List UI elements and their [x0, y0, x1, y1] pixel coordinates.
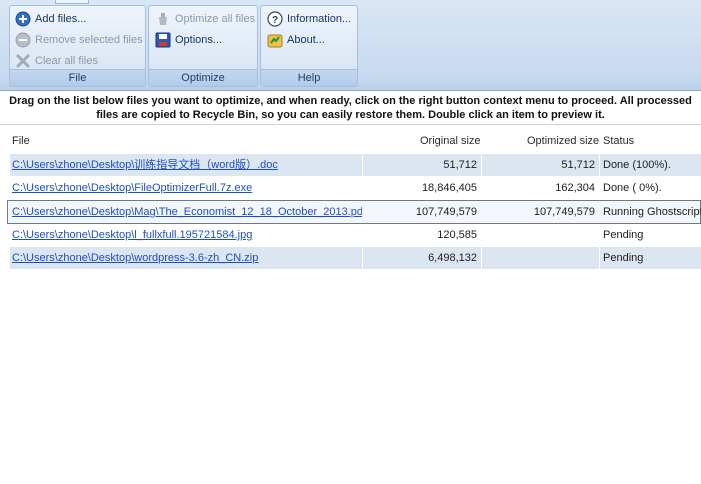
table-row-selected[interactable]: C:\Users\zhone\Desktop\Mag\The_Economist…: [0, 200, 701, 224]
floppy-disk-icon: [155, 32, 171, 48]
column-header-original-size[interactable]: Original size: [420, 135, 481, 147]
remove-selected-files-label: Remove selected files: [35, 34, 143, 46]
original-size-cell: 6,498,132: [363, 247, 481, 269]
svg-text:?: ?: [272, 15, 278, 26]
original-size-cell: 18,846,405: [421, 182, 477, 194]
options-label: Options...: [175, 34, 223, 46]
original-size-cell: 107,749,579: [415, 206, 477, 218]
add-files-label: Add files...: [35, 13, 87, 25]
table-row[interactable]: C:\Users\zhone\Desktop\训练指导文档（word版）.doc…: [0, 154, 701, 177]
status-cell: Done ( 0%).: [603, 182, 662, 194]
ribbon-tab[interactable]: [55, 0, 89, 4]
status-cell: Pending: [600, 247, 701, 269]
about-button[interactable]: About...: [267, 30, 325, 50]
clear-all-files-label: Clear all files: [35, 55, 98, 67]
clear-all-files-button[interactable]: Clear all files: [15, 51, 98, 71]
optimize-icon: [155, 11, 171, 27]
optimized-size-cell: 107,749,579: [533, 206, 595, 218]
information-label: Information...: [287, 13, 352, 25]
optimized-size-cell: 51,712: [482, 154, 599, 176]
group-label-optimize: Optimize: [149, 69, 257, 86]
file-path-link[interactable]: C:\Users\zhone\Desktop\Mag\The_Economist…: [10, 201, 362, 223]
status-cell: Running Ghostscript...: [603, 206, 701, 218]
optimized-size-cell: [482, 247, 599, 269]
column-header-status[interactable]: Status: [603, 135, 634, 147]
group-label-help: Help: [261, 69, 357, 86]
ribbon: Add files... Remove selected files Clear…: [0, 0, 701, 91]
file-path-link[interactable]: C:\Users\zhone\Desktop\训练指导文档（word版）.doc: [10, 154, 362, 176]
table-row[interactable]: C:\Users\zhone\Desktop\wordpress-3.6-zh_…: [0, 247, 701, 270]
file-path-link[interactable]: C:\Users\zhone\Desktop\wordpress-3.6-zh_…: [10, 247, 362, 269]
file-path-link[interactable]: C:\Users\zhone\Desktop\FileOptimizerFull…: [10, 177, 362, 199]
file-path-link[interactable]: C:\Users\zhone\Desktop\l_fullxfull.19572…: [10, 224, 362, 246]
optimized-size-cell: [482, 224, 599, 246]
column-header-file[interactable]: File: [12, 135, 30, 147]
file-list[interactable]: File Original size Optimized size Status…: [0, 126, 701, 484]
status-cell: Pending: [603, 229, 644, 241]
original-size-cell: 51,712: [363, 154, 481, 176]
optimize-all-files-button[interactable]: Optimize all files: [155, 9, 255, 29]
group-label-file: File: [10, 69, 145, 86]
plus-circle-icon: [15, 11, 31, 27]
instructions-text: Drag on the list below files you want to…: [0, 91, 701, 125]
add-files-button[interactable]: Add files...: [15, 9, 86, 29]
question-icon: ?: [267, 11, 283, 27]
column-header-optimized-size[interactable]: Optimized size: [527, 135, 599, 147]
options-button[interactable]: Options...: [155, 30, 222, 50]
x-icon: [15, 53, 31, 69]
ribbon-group-optimize: Optimize all files Options... Optimize: [148, 5, 258, 87]
list-header: File Original size Optimized size Status: [0, 126, 701, 152]
optimize-all-files-label: Optimize all files: [175, 13, 256, 25]
ribbon-group-help: ? Information... About... Help: [260, 5, 358, 87]
remove-selected-files-button[interactable]: Remove selected files: [15, 30, 143, 50]
table-row[interactable]: C:\Users\zhone\Desktop\l_fullxfull.19572…: [0, 224, 701, 247]
information-button[interactable]: ? Information...: [267, 9, 351, 29]
table-row[interactable]: C:\Users\zhone\Desktop\FileOptimizerFull…: [0, 177, 701, 200]
original-size-cell: 120,585: [437, 229, 477, 241]
about-label: About...: [287, 34, 325, 46]
minus-circle-icon: [15, 32, 31, 48]
optimized-size-cell: 162,304: [555, 182, 595, 194]
about-icon: [267, 32, 283, 48]
status-cell: Done (100%).: [600, 154, 701, 176]
ribbon-group-file: Add files... Remove selected files Clear…: [9, 5, 146, 87]
